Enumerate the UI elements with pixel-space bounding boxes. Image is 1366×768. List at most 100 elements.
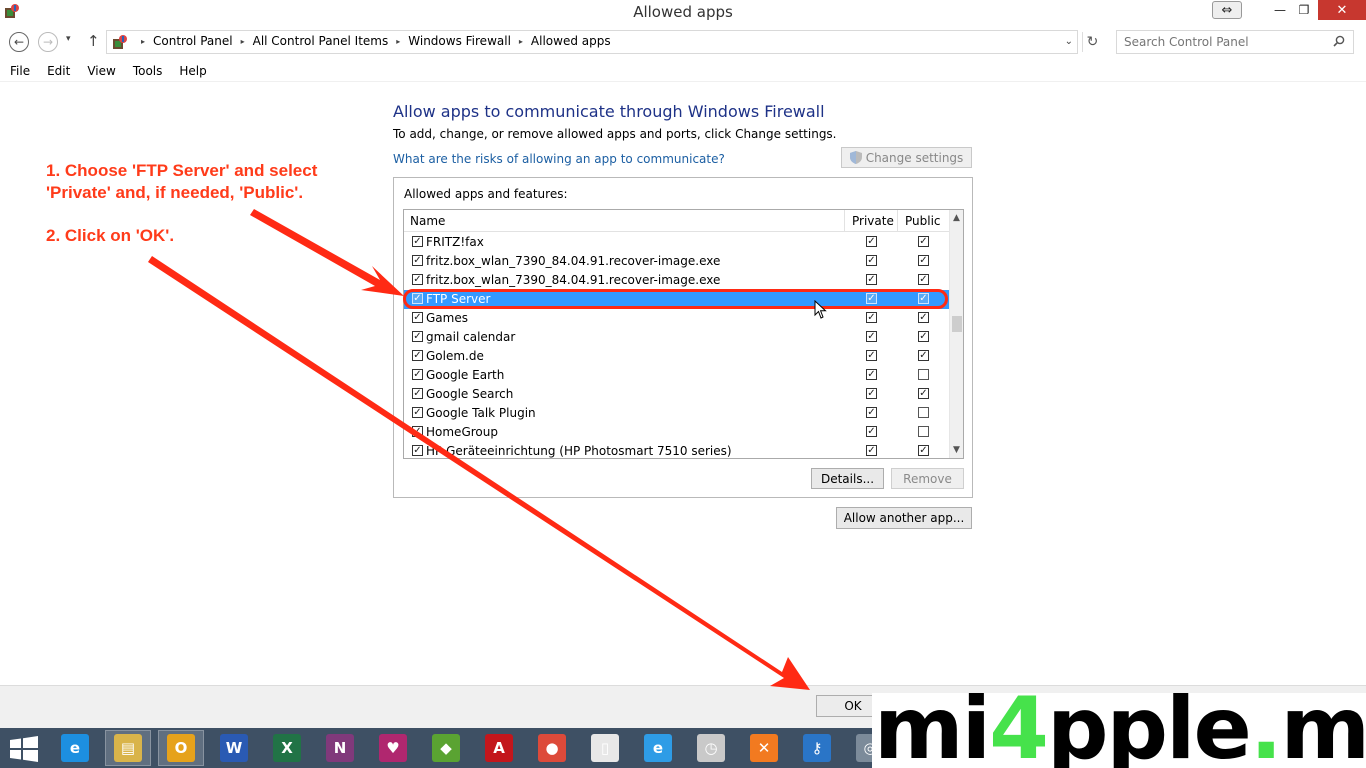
enable-checkbox[interactable]: ✓ xyxy=(412,236,423,247)
search-box[interactable] xyxy=(1116,30,1354,54)
private-checkbox[interactable]: ✓ xyxy=(866,350,877,361)
forward-button[interactable]: → xyxy=(38,32,58,52)
menu-help[interactable]: Help xyxy=(169,60,213,81)
private-checkbox[interactable]: ✓ xyxy=(866,293,877,304)
private-checkbox[interactable]: ✓ xyxy=(866,445,877,456)
public-checkbox[interactable]: ✓ xyxy=(918,312,929,323)
column-header-private[interactable]: Private xyxy=(852,214,894,228)
private-checkbox[interactable]: ✓ xyxy=(866,331,877,342)
private-checkbox[interactable]: ✓ xyxy=(866,388,877,399)
menu-tools[interactable]: Tools xyxy=(123,60,170,81)
enable-checkbox[interactable]: ✓ xyxy=(412,331,423,342)
enable-checkbox[interactable]: ✓ xyxy=(412,350,423,361)
search-icon[interactable] xyxy=(1333,35,1345,47)
taskbar-button[interactable]: ⚷ xyxy=(794,730,840,766)
taskbar-button[interactable]: W xyxy=(211,730,257,766)
enable-checkbox[interactable]: ✓ xyxy=(412,274,423,285)
search-input[interactable] xyxy=(1124,34,1324,50)
details-button[interactable]: Details... xyxy=(811,468,884,489)
enable-checkbox[interactable]: ✓ xyxy=(412,293,423,304)
scroll-up-icon[interactable]: ▲ xyxy=(953,213,960,223)
address-dropdown-icon[interactable]: ⌄ xyxy=(1065,36,1073,47)
list-item[interactable]: ✓ Games ✓ ✓ xyxy=(404,309,949,328)
breadcrumb-separator-icon[interactable]: ▸ xyxy=(141,37,145,46)
taskbar-button[interactable]: ◆ xyxy=(423,730,469,766)
enable-checkbox[interactable]: ✓ xyxy=(412,426,423,437)
private-checkbox[interactable]: ✓ xyxy=(866,255,877,266)
windows-start-icon[interactable] xyxy=(10,736,38,762)
public-checkbox[interactable]: ✓ xyxy=(918,388,929,399)
public-checkbox[interactable]: ✓ xyxy=(918,331,929,342)
list-item[interactable]: ✓ FRITZ!fax ✓ ✓ xyxy=(404,233,949,252)
list-item[interactable]: ✓ Google Earth ✓ xyxy=(404,366,949,385)
list-item[interactable]: ✓ Golem.de ✓ ✓ xyxy=(404,347,949,366)
list-item[interactable]: ✓ fritz.box_wlan_7390_84.04.91.recover-im… xyxy=(404,271,949,290)
column-divider[interactable] xyxy=(844,210,845,232)
enable-checkbox[interactable]: ✓ xyxy=(412,388,423,399)
column-divider[interactable] xyxy=(897,210,898,232)
breadcrumb-separator-icon[interactable]: ▸ xyxy=(519,37,523,46)
close-button[interactable]: ✕ xyxy=(1318,0,1366,20)
menu-view[interactable]: View xyxy=(77,60,122,81)
risks-link[interactable]: What are the risks of allowing an app to… xyxy=(393,152,725,166)
scroll-thumb[interactable] xyxy=(952,316,962,332)
private-checkbox[interactable]: ✓ xyxy=(866,369,877,380)
taskbar-button[interactable]: ● xyxy=(529,730,575,766)
back-button[interactable]: ← xyxy=(9,32,29,52)
public-checkbox[interactable] xyxy=(918,407,929,418)
private-checkbox[interactable]: ✓ xyxy=(866,274,877,285)
taskbar-button[interactable]: ◷ xyxy=(688,730,734,766)
vertical-scrollbar[interactable]: ▲ ▼ xyxy=(949,210,963,458)
recent-locations-chevron-icon[interactable]: ▾ xyxy=(66,34,71,44)
breadcrumb-control-panel[interactable]: Control Panel xyxy=(153,34,233,48)
taskbar-button[interactable]: e xyxy=(52,730,98,766)
list-item[interactable]: ✓ fritz.box_wlan_7390_84.04.91.recover-im… xyxy=(404,252,949,271)
enable-checkbox[interactable]: ✓ xyxy=(412,407,423,418)
list-item[interactable]: ✓ FTP Server ✓ ✓ xyxy=(404,290,949,309)
private-checkbox[interactable]: ✓ xyxy=(866,426,877,437)
taskbar-button[interactable]: ♥ xyxy=(370,730,416,766)
list-item[interactable]: ✓ HomeGroup ✓ xyxy=(404,423,949,442)
enable-checkbox[interactable]: ✓ xyxy=(412,255,423,266)
list-item[interactable]: ✓ HP Geräteeinrichtung (HP Photosmart 751… xyxy=(404,442,949,458)
breadcrumb-separator-icon[interactable]: ▸ xyxy=(396,37,400,46)
menu-file[interactable]: File xyxy=(0,60,37,81)
taskbar-button[interactable]: ▯ xyxy=(582,730,628,766)
enable-checkbox[interactable]: ✓ xyxy=(412,445,423,456)
allow-another-app-button[interactable]: Allow another app... xyxy=(836,507,972,529)
public-checkbox[interactable]: ✓ xyxy=(918,255,929,266)
taskbar-button[interactable]: e xyxy=(635,730,681,766)
enable-checkbox[interactable]: ✓ xyxy=(412,369,423,380)
allowed-apps-list[interactable]: Name Private Public ✓ FRITZ!fax ✓ ✓ ✓ fritz.b… xyxy=(403,209,964,459)
public-checkbox[interactable]: ✓ xyxy=(918,350,929,361)
address-field[interactable]: ▸ Control Panel ▸ All Control Panel Item… xyxy=(106,30,1078,54)
remove-button[interactable]: Remove xyxy=(891,468,964,489)
refresh-button[interactable]: ↻ xyxy=(1082,32,1102,52)
scroll-down-icon[interactable]: ▼ xyxy=(953,445,960,455)
list-item[interactable]: ✓ Google Talk Plugin ✓ xyxy=(404,404,949,423)
taskbar-button[interactable]: X xyxy=(264,730,310,766)
taskbar-button[interactable]: N xyxy=(317,730,363,766)
taskbar-button[interactable]: A xyxy=(476,730,522,766)
up-button[interactable]: ↑ xyxy=(87,32,100,50)
taskbar-button[interactable]: ✕ xyxy=(741,730,787,766)
public-checkbox[interactable]: ✓ xyxy=(918,445,929,456)
breadcrumb-all-items[interactable]: All Control Panel Items xyxy=(253,34,389,48)
private-checkbox[interactable]: ✓ xyxy=(866,407,877,418)
private-checkbox[interactable]: ✓ xyxy=(866,312,877,323)
breadcrumb-allowed-apps[interactable]: Allowed apps xyxy=(531,34,611,48)
list-item[interactable]: ✓ gmail calendar ✓ ✓ xyxy=(404,328,949,347)
enable-checkbox[interactable]: ✓ xyxy=(412,312,423,323)
public-checkbox[interactable]: ✓ xyxy=(918,236,929,247)
taskbar-button[interactable]: O xyxy=(158,730,204,766)
column-header-name[interactable]: Name xyxy=(410,214,445,228)
public-checkbox[interactable] xyxy=(918,426,929,437)
public-checkbox[interactable]: ✓ xyxy=(918,293,929,304)
maximize-button[interactable]: ❐ xyxy=(1290,0,1318,20)
breadcrumb-windows-firewall[interactable]: Windows Firewall xyxy=(408,34,511,48)
public-checkbox[interactable] xyxy=(918,369,929,380)
snap-button[interactable]: ⇔ xyxy=(1212,1,1242,19)
list-item[interactable]: ✓ Google Search ✓ ✓ xyxy=(404,385,949,404)
breadcrumb-separator-icon[interactable]: ▸ xyxy=(241,37,245,46)
taskbar-button[interactable]: ▤ xyxy=(105,730,151,766)
